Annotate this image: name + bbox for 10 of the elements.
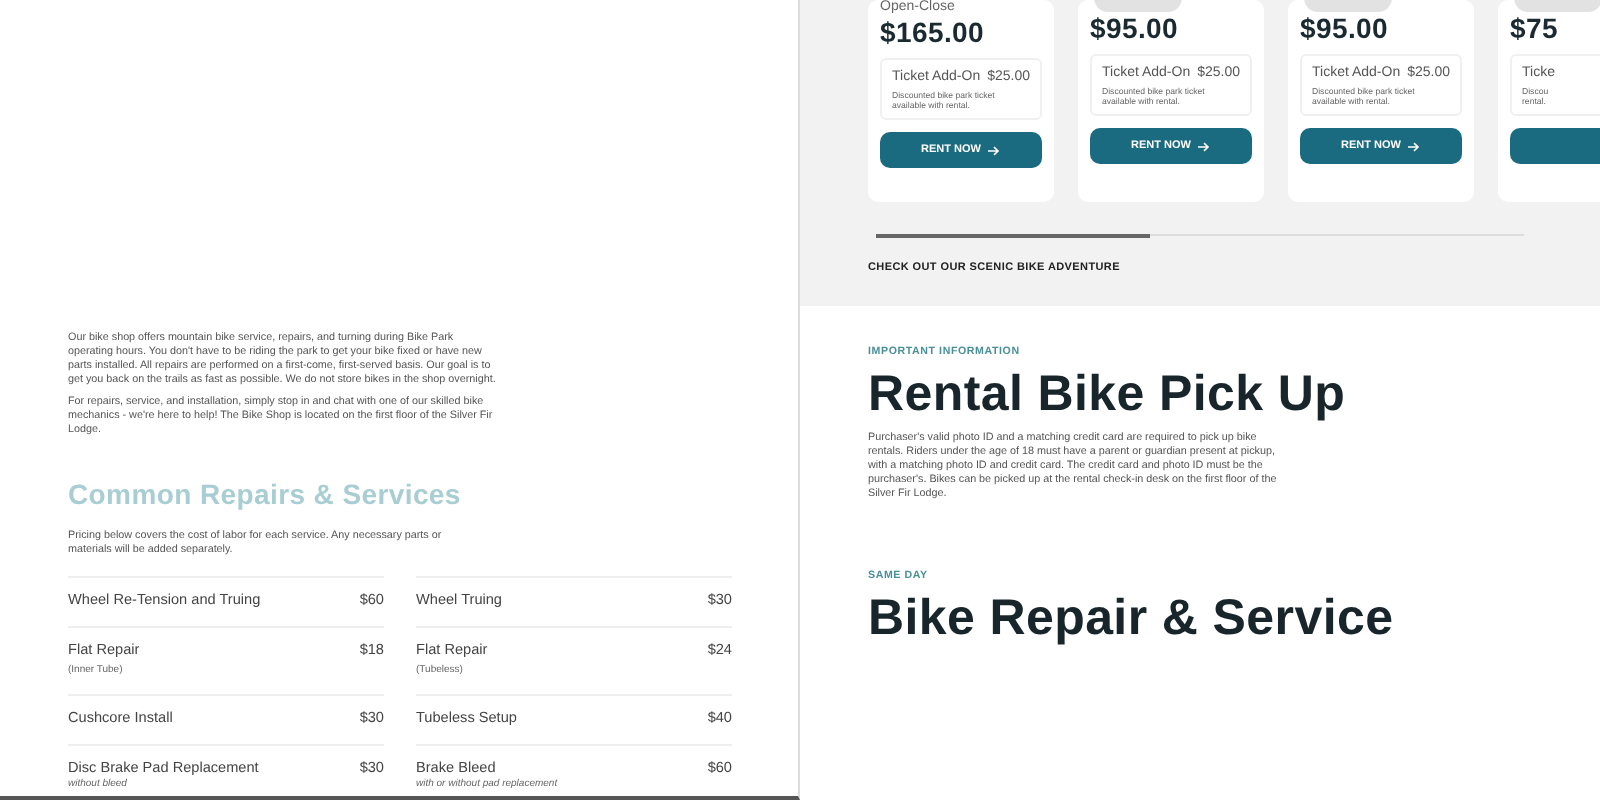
arrow-right-icon: [1198, 141, 1211, 151]
section-heading: Common Repairs & Services: [68, 478, 463, 510]
card-price: $95.00: [1090, 12, 1181, 44]
card-price: $75: [1510, 12, 1560, 44]
section-heading: Bike Repair & Service: [868, 590, 1396, 648]
section-heading: Rental Bike Pick Up: [868, 366, 1348, 424]
card-price: $95.00: [1300, 12, 1391, 44]
arrow-right-icon: [1408, 141, 1421, 151]
arrow-right-icon: [988, 145, 1001, 155]
card-price: $165.00: [880, 16, 987, 48]
